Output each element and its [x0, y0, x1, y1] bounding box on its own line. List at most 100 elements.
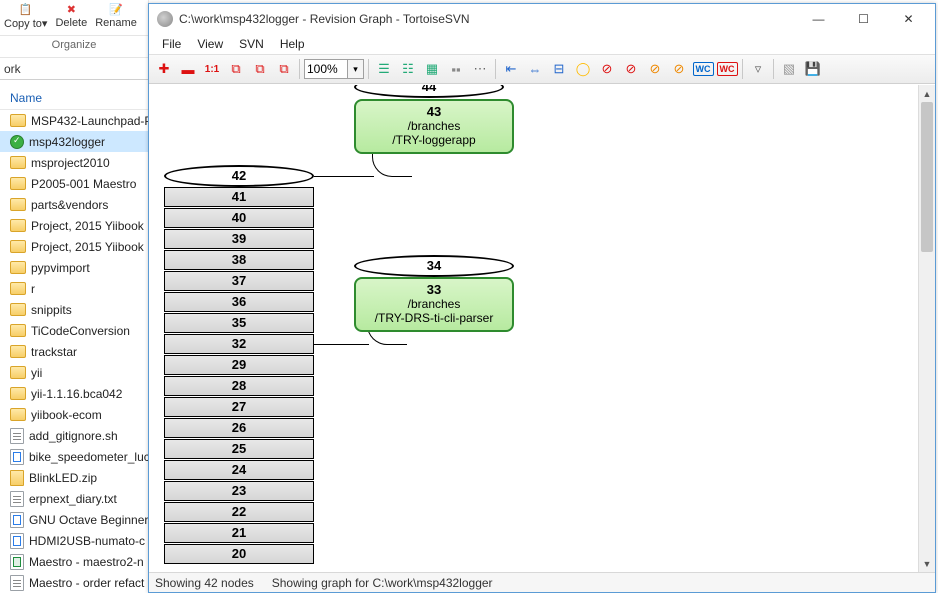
maximize-button[interactable]: ☐: [841, 5, 886, 33]
wc-1-icon[interactable]: WC: [692, 58, 714, 80]
revision-node[interactable]: 27: [164, 397, 314, 417]
stop-4-icon[interactable]: ⊘: [668, 58, 690, 80]
menu-file[interactable]: File: [155, 36, 188, 52]
branch-node[interactable]: 43/branches/TRY-loggerapp: [354, 99, 514, 154]
status-path: Showing graph for C:\work\msp432logger: [272, 576, 493, 590]
file-icon: [10, 449, 24, 465]
revision-node[interactable]: 25: [164, 439, 314, 459]
list-item[interactable]: parts&vendors: [0, 194, 148, 215]
list-item[interactable]: P2005-001 Maestro: [0, 173, 148, 194]
menubar: FileViewSVNHelp: [149, 34, 935, 54]
disk-icon[interactable]: 💾: [802, 58, 824, 80]
layout-1-icon[interactable]: ☰: [373, 58, 395, 80]
scroll-up-icon[interactable]: ▲: [919, 85, 935, 102]
delete-button[interactable]: ✖ Delete: [51, 1, 91, 29]
stop-1-icon[interactable]: ⊘: [596, 58, 618, 80]
revision-node[interactable]: 26: [164, 418, 314, 438]
list-item[interactable]: msproject2010: [0, 152, 148, 173]
file-name: MSP432-Launchpad-P: [31, 114, 148, 128]
align-3-icon[interactable]: ⊟: [548, 58, 570, 80]
text-file-icon: [10, 428, 24, 444]
list-item[interactable]: msp432logger: [0, 131, 148, 152]
revision-node[interactable]: 20: [164, 544, 314, 564]
revision-node[interactable]: 21: [164, 523, 314, 543]
column-header-name[interactable]: Name: [0, 86, 148, 110]
list-item[interactable]: Project, 2015 Yiibook: [0, 236, 148, 257]
list-item[interactable]: Maestro - maestro2-n: [0, 551, 148, 572]
copy-to-button[interactable]: 📋 Copy to▾: [0, 1, 51, 30]
layout-3-icon[interactable]: ▦: [421, 58, 443, 80]
list-item[interactable]: add_gitignore.sh: [0, 425, 148, 446]
one-to-one-icon[interactable]: 1:1: [201, 58, 223, 80]
list-item[interactable]: MSP432-Launchpad-P: [0, 110, 148, 131]
scroll-thumb[interactable]: [921, 102, 933, 252]
revision-node[interactable]: 28: [164, 376, 314, 396]
add-icon[interactable]: ✚: [153, 58, 175, 80]
revision-head-oval[interactable]: 34: [354, 255, 514, 277]
list-item[interactable]: BlinkLED.zip: [0, 467, 148, 488]
revision-node[interactable]: 37: [164, 271, 314, 291]
stop-2-icon[interactable]: ⊘: [620, 58, 642, 80]
align-1-icon[interactable]: ⇤: [500, 58, 522, 80]
list-item[interactable]: TiCodeConversion: [0, 320, 148, 341]
explorer-pathbar[interactable]: ork: [0, 58, 148, 80]
list-item[interactable]: yii: [0, 362, 148, 383]
minimize-button[interactable]: —: [796, 5, 841, 33]
toggle-1-icon[interactable]: ⧉: [225, 58, 247, 80]
list-item[interactable]: Maestro - order refact: [0, 572, 148, 593]
separator: [495, 59, 496, 79]
revision-node[interactable]: 39: [164, 229, 314, 249]
revision-node[interactable]: 22: [164, 502, 314, 522]
revision-node[interactable]: 24: [164, 460, 314, 480]
revision-node[interactable]: 32: [164, 334, 314, 354]
align-2-icon[interactable]: ⇔: [524, 58, 546, 80]
revision-head-oval[interactable]: 44: [354, 85, 504, 98]
toggle-2-icon[interactable]: ⧉: [249, 58, 271, 80]
more-icon[interactable]: ⋯: [469, 58, 491, 80]
vertical-scrollbar[interactable]: ▲ ▼: [918, 85, 935, 572]
list-item[interactable]: r: [0, 278, 148, 299]
zoom-control[interactable]: ▾: [304, 59, 364, 79]
folder-icon: [10, 408, 26, 421]
wc-2-icon[interactable]: WC: [716, 58, 738, 80]
box-icon[interactable]: ▧: [778, 58, 800, 80]
layout-2-icon[interactable]: ☷: [397, 58, 419, 80]
remove-icon[interactable]: ▬: [177, 58, 199, 80]
revision-node[interactable]: 41: [164, 187, 314, 207]
branch-node[interactable]: 33/branches/TRY-DRS-ti-cli-parser: [354, 277, 514, 332]
folder-icon: [10, 156, 26, 169]
graph-canvas[interactable]: 4443/branches/TRY-loggerapp4241403938373…: [149, 85, 935, 572]
layout-4-icon[interactable]: ▪▪: [445, 58, 467, 80]
toggle-3-icon[interactable]: ⧉: [273, 58, 295, 80]
menu-svn[interactable]: SVN: [232, 36, 271, 52]
list-item[interactable]: bike_speedometer_luc: [0, 446, 148, 467]
revision-node[interactable]: 23: [164, 481, 314, 501]
close-button[interactable]: ✕: [886, 5, 931, 33]
revision-node[interactable]: 40: [164, 208, 314, 228]
menu-help[interactable]: Help: [273, 36, 312, 52]
list-item[interactable]: yii-1.1.16.bca042: [0, 383, 148, 404]
rename-button[interactable]: 📝 Rename: [91, 1, 141, 29]
revision-node[interactable]: 38: [164, 250, 314, 270]
revision-node[interactable]: 29: [164, 355, 314, 375]
zoom-input[interactable]: [304, 59, 348, 79]
filter-icon[interactable]: ▿: [747, 58, 769, 80]
menu-view[interactable]: View: [190, 36, 230, 52]
titlebar[interactable]: C:\work\msp432logger - Revision Graph - …: [149, 4, 935, 34]
list-item[interactable]: snippits: [0, 299, 148, 320]
stop-3-icon[interactable]: ⊘: [644, 58, 666, 80]
list-item[interactable]: erpnext_diary.txt: [0, 488, 148, 509]
zoom-dropdown-icon[interactable]: ▾: [348, 59, 364, 79]
revision-node[interactable]: 36: [164, 292, 314, 312]
revision-node[interactable]: 35: [164, 313, 314, 333]
list-item[interactable]: Project, 2015 Yiibook: [0, 215, 148, 236]
list-item[interactable]: yiibook-ecom: [0, 404, 148, 425]
text-file-icon: [10, 575, 24, 591]
list-item[interactable]: HDMI2USB-numato-c: [0, 530, 148, 551]
highlight-icon[interactable]: ◯: [572, 58, 594, 80]
list-item[interactable]: pypvimport: [0, 257, 148, 278]
list-item[interactable]: trackstar: [0, 341, 148, 362]
list-item[interactable]: GNU Octave Beginner: [0, 509, 148, 530]
scroll-down-icon[interactable]: ▼: [919, 555, 935, 572]
revision-head-oval[interactable]: 42: [164, 165, 314, 187]
